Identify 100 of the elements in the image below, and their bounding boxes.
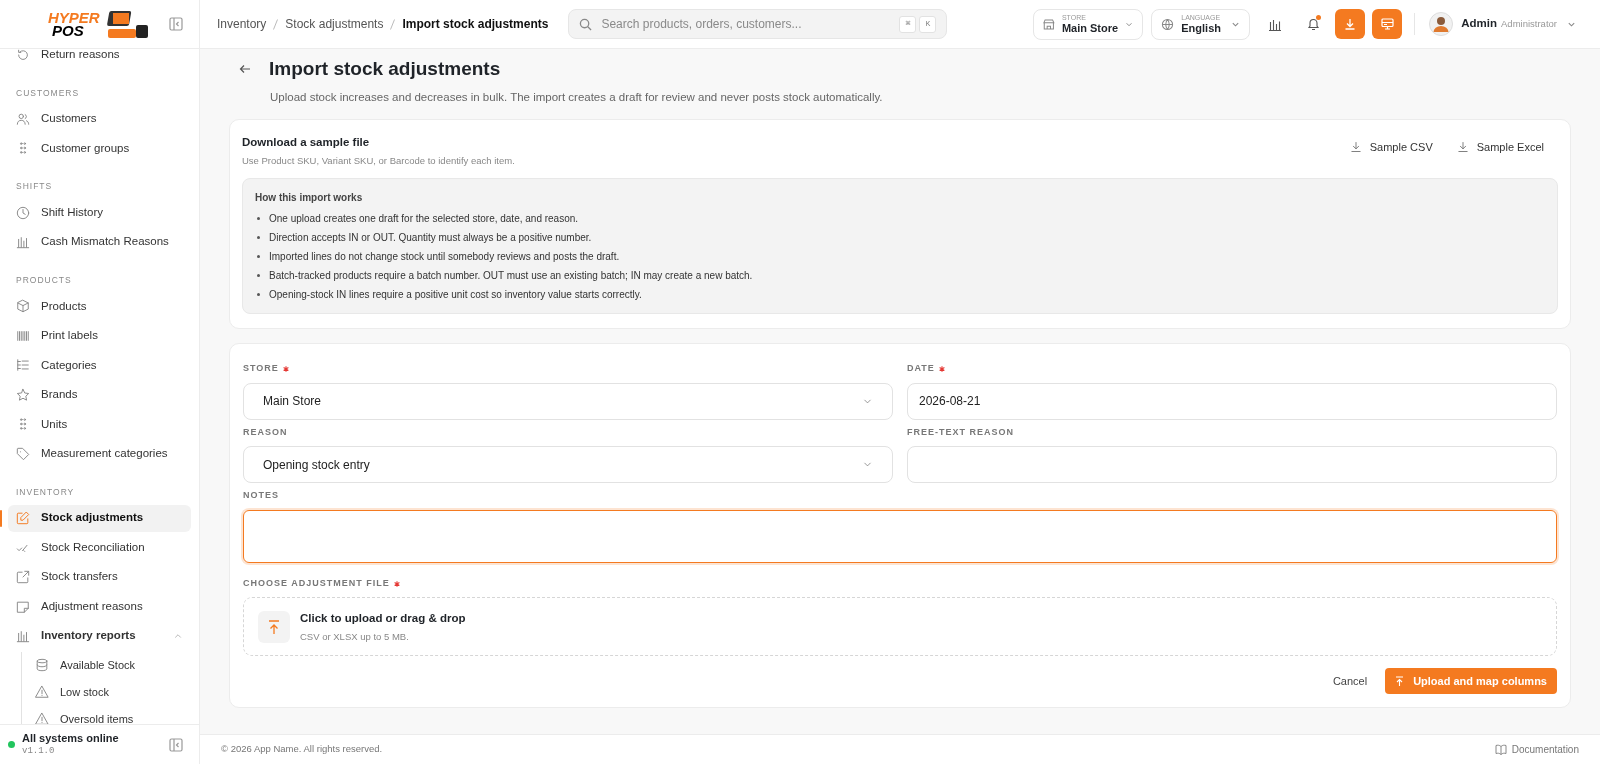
status-text: All systems online	[22, 732, 119, 745]
list-tree-icon	[16, 358, 30, 373]
download-icon	[1456, 140, 1469, 153]
info-bullet-text: Direction accepts IN or OUT. Quantity must always be a positive number.	[269, 231, 592, 246]
sidebar-item[interactable]: Categories	[8, 351, 191, 379]
sidebar-item[interactable]: Shift History	[8, 199, 191, 226]
sidebar-item[interactable]: Stock transfers	[8, 563, 191, 591]
info-bullet-text: Imported lines do not change stock until somebody reviews and posts the draft.	[269, 250, 620, 265]
search-icon	[579, 17, 593, 31]
select-field[interactable]: Main Store	[243, 382, 893, 420]
field-label: NOTES	[243, 489, 279, 503]
field-label: STORE	[243, 362, 279, 376]
tag-icon	[16, 446, 30, 461]
page-title: Import stock adjustments	[269, 57, 501, 81]
sidebar-item[interactable]: Brands	[8, 381, 191, 409]
bar-chart-icon	[1268, 17, 1283, 31]
file-dropzone[interactable]: Click to upload or drag & drop CSV or XLSX up to 5 MB.	[243, 597, 1557, 657]
sidebar-item[interactable]: Return reasons	[8, 49, 191, 68]
breadcrumb-current: Import stock adjustments	[402, 16, 549, 33]
sidebar-item[interactable]: Stock Reconciliation	[8, 534, 191, 561]
sidebar-item[interactable]: Print labels	[8, 322, 191, 350]
input-field[interactable]: 2026-08-21	[907, 382, 1557, 420]
star-icon	[16, 387, 30, 402]
bullet-icon	[257, 274, 260, 278]
bullet-icon	[257, 255, 260, 259]
field-label: DATE	[907, 362, 935, 376]
logo: HYPER POS	[48, 8, 150, 40]
sidebar-item[interactable]: Stock adjustments	[8, 504, 191, 532]
sidebar-item[interactable]: Customers	[8, 105, 191, 133]
field-label: CHOOSE ADJUSTMENT FILE	[243, 576, 390, 590]
chevron-up-icon	[173, 631, 183, 641]
globe-icon	[1161, 17, 1175, 31]
box-icon	[16, 299, 30, 314]
download-button[interactable]	[1335, 9, 1366, 39]
sidebar-subitem[interactable]: Low stock	[31, 679, 191, 705]
collapse-sidebar-icon[interactable]	[169, 737, 183, 752]
sidebar-item[interactable]: Measurement categories	[8, 440, 191, 468]
pos-terminal-button[interactable]	[1372, 9, 1403, 39]
bar-chart-icon	[16, 235, 30, 249]
field-label: FREE-TEXT REASON	[907, 425, 1014, 439]
edit-icon	[16, 511, 30, 525]
documentation-link[interactable]: Documentation	[1494, 742, 1579, 757]
card-title: Download a sample file	[242, 134, 371, 150]
shortcut-key: K	[919, 15, 937, 33]
store-icon	[1043, 17, 1055, 31]
database-icon	[35, 658, 49, 672]
upload-icon	[1395, 675, 1405, 687]
cancel-button[interactable]: Cancel	[1330, 668, 1370, 695]
breadcrumb-separator-icon	[273, 18, 279, 30]
sidebar-item[interactable]: Adjustment reasons	[8, 593, 191, 620]
book-icon	[1494, 744, 1507, 755]
notes-field[interactable]	[243, 509, 1557, 563]
sidebar-item[interactable]: Customer groups	[8, 134, 191, 162]
info-bullet-text: Opening-stock IN lines require a positive unit cost so inventory value starts correctly.	[269, 288, 642, 303]
bullet-icon	[257, 217, 260, 221]
user-name: Admin	[1461, 16, 1498, 32]
download-icon	[1344, 18, 1357, 30]
bullet-icon	[257, 293, 260, 297]
sidebar-subitem[interactable]: Available Stock	[31, 652, 191, 678]
back-arrow-icon[interactable]	[239, 64, 251, 75]
sidebar-item[interactable]: Cash Mismatch Reasons	[8, 228, 191, 256]
bell-icon	[1306, 17, 1320, 31]
breadcrumb-separator-icon	[390, 18, 396, 30]
warning-icon	[35, 712, 49, 724]
sidebar-item[interactable]: Units	[8, 410, 191, 438]
clock-icon	[16, 205, 30, 220]
external-link-icon	[16, 570, 30, 584]
refresh-icon	[16, 49, 30, 62]
field-label: REASON	[243, 425, 288, 439]
copyright-text: © 2026 App Name. All rights reserved.	[221, 742, 383, 757]
collapse-sidebar-icon[interactable]	[169, 17, 183, 31]
bullet-icon	[257, 236, 260, 240]
download-icon	[1349, 140, 1362, 153]
breadcrumb-link[interactable]: Inventory	[217, 15, 267, 33]
section-heading: SHIFTS	[15, 180, 54, 194]
breadcrumb-link[interactable]: Stock adjustments	[285, 15, 384, 33]
section-heading: INVENTORY	[15, 485, 76, 499]
user-role: Administrator	[1501, 16, 1557, 31]
section-heading: PRODUCTS	[15, 274, 73, 287]
section-heading: CUSTOMERS	[15, 86, 81, 100]
monitor-icon	[1380, 18, 1394, 30]
barcode-icon	[16, 328, 30, 343]
info-bullet-text: One upload creates one draft for the selected store, date, and reason.	[269, 212, 579, 227]
upload-icon	[258, 610, 290, 643]
download-sample-button[interactable]: Sample CSV	[1339, 133, 1443, 160]
sidebar-item[interactable]: Products	[8, 292, 191, 320]
info-title: How this import works	[255, 191, 364, 206]
sidebar-item[interactable]: Inventory reports	[8, 622, 191, 650]
avatar[interactable]	[1429, 12, 1454, 36]
search-field[interactable]: Search products, orders, customers... ⌘ K	[568, 9, 948, 39]
sidebar-subitem[interactable]: Oversold items	[31, 706, 191, 724]
dropzone-title: Click to upload or drag & drop	[300, 610, 466, 626]
download-sample-button[interactable]: Sample Excel	[1446, 133, 1554, 160]
select-field[interactable]: Opening stock entry	[243, 446, 893, 484]
note-icon	[16, 599, 30, 614]
users-icon	[16, 111, 30, 126]
card-hint: Use Product SKU, Variant SKU, or Barcode to identify each item.	[242, 154, 515, 168]
input-field[interactable]	[907, 446, 1557, 484]
search-placeholder: Search products, orders, customers...	[601, 16, 803, 33]
warning-icon	[35, 685, 49, 699]
